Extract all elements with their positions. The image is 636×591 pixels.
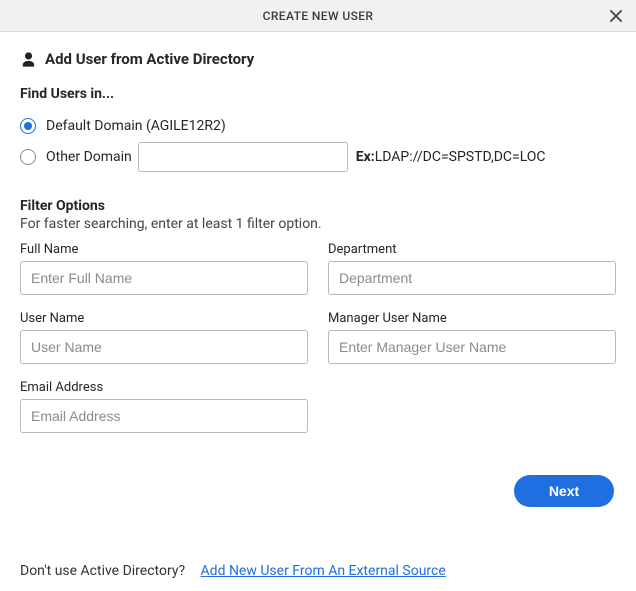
email-input[interactable] (20, 399, 308, 433)
other-domain-radio[interactable] (20, 149, 36, 165)
full-name-field-group: Full Name (20, 242, 308, 295)
user-name-field-group: User Name (20, 311, 308, 364)
other-domain-row: Other Domain Ex: LDAP://DC=SPSTD,DC=LOC (20, 142, 616, 172)
other-domain-input[interactable] (138, 142, 348, 172)
external-source-row: Don't use Active Directory? Add New User… (20, 563, 616, 579)
department-label: Department (328, 242, 616, 257)
close-icon[interactable] (604, 6, 628, 26)
full-name-label: Full Name (20, 242, 308, 257)
user-name-label: User Name (20, 311, 308, 326)
example-text: LDAP://DC=SPSTD,DC=LOC (375, 149, 546, 165)
next-button[interactable]: Next (514, 475, 614, 507)
other-domain-label: Other Domain (46, 149, 132, 165)
manager-label: Manager User Name (328, 311, 616, 326)
filter-options-title: Filter Options (20, 198, 616, 214)
find-users-label: Find Users in... (20, 86, 616, 102)
department-field-group: Department (328, 242, 616, 295)
modal-header: CREATE NEW USER (0, 0, 636, 32)
external-source-question: Don't use Active Directory? (20, 563, 185, 579)
manager-input[interactable] (328, 330, 616, 364)
section-title: Add User from Active Directory (45, 50, 254, 68)
default-domain-label: Default Domain (AGILE12R2) (46, 118, 226, 134)
email-label: Email Address (20, 380, 308, 395)
filter-options-subtitle: For faster searching, enter at least 1 f… (20, 216, 616, 232)
default-domain-radio[interactable] (20, 118, 36, 134)
email-field-group: Email Address (20, 380, 308, 433)
person-icon (20, 51, 37, 68)
example-prefix: Ex: (356, 149, 375, 165)
section-heading-row: Add User from Active Directory (20, 50, 616, 68)
modal-title: CREATE NEW USER (263, 9, 374, 23)
manager-field-group: Manager User Name (328, 311, 616, 364)
user-name-input[interactable] (20, 330, 308, 364)
default-domain-row: Default Domain (AGILE12R2) (20, 112, 616, 140)
department-input[interactable] (328, 261, 616, 295)
full-name-input[interactable] (20, 261, 308, 295)
external-source-link[interactable]: Add New User From An External Source (201, 563, 446, 579)
